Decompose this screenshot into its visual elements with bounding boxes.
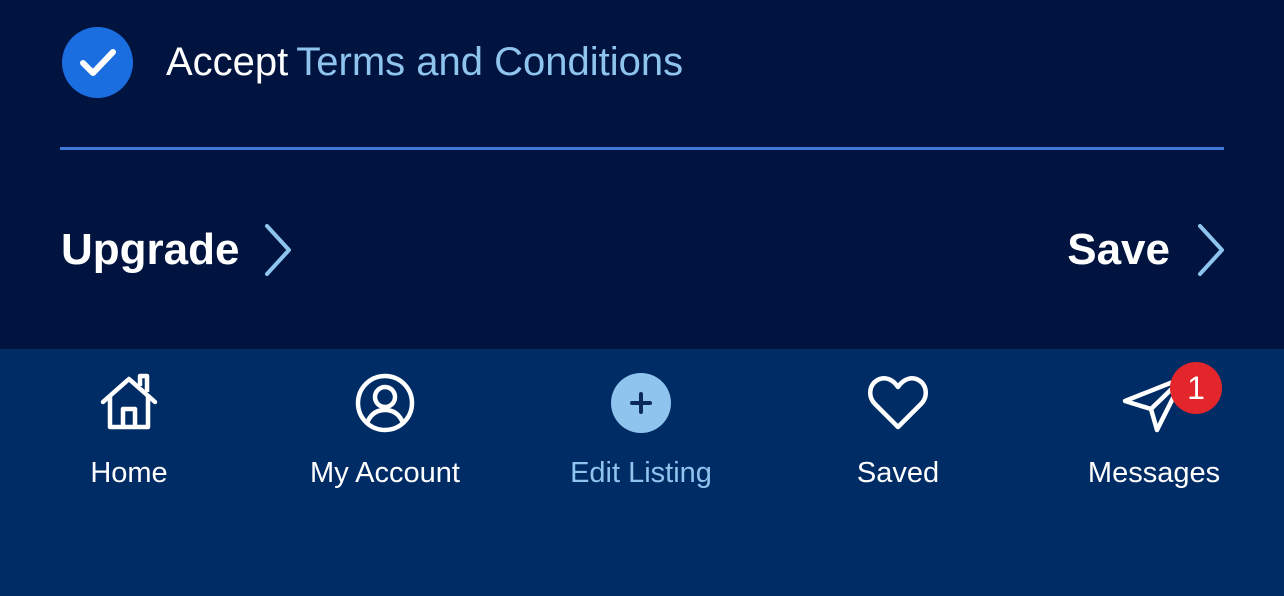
checkmark-icon: [79, 49, 116, 76]
terms-checkbox[interactable]: [62, 26, 133, 98]
tab-messages-label: Messages: [1087, 457, 1221, 489]
terms-and-conditions-link[interactable]: Terms and Conditions: [296, 40, 683, 84]
accept-label: Accept: [166, 40, 289, 84]
terms-row: Accept Terms and Conditions: [62, 26, 683, 98]
tab-messages[interactable]: 1 Messages: [1044, 349, 1264, 509]
tab-saved-label: Saved: [856, 457, 940, 489]
terms-text: Accept Terms and Conditions: [166, 26, 683, 98]
plus-circle-icon: [609, 371, 673, 435]
tab-edit-listing-label: Edit Listing: [570, 457, 712, 489]
tab-my-account-label: My Account: [310, 457, 460, 489]
divider: [60, 147, 1224, 150]
upgrade-button[interactable]: Upgrade: [61, 216, 293, 284]
tab-edit-listing[interactable]: Edit Listing: [531, 349, 751, 509]
home-icon: [100, 373, 158, 430]
form-footer: Accept Terms and Conditions Upgrade Save: [0, 0, 1284, 349]
chevron-right-icon: [265, 224, 292, 276]
save-label: Save: [1067, 225, 1170, 274]
tab-home-label: Home: [90, 457, 168, 489]
messages-badge: 1: [1170, 362, 1222, 414]
upgrade-label: Upgrade: [61, 225, 240, 274]
heart-icon: [868, 376, 928, 430]
bottom-tab-bar: Home My Account Edit Listing Saved 1 Mes…: [0, 349, 1284, 596]
tab-saved[interactable]: Saved: [788, 349, 1008, 509]
save-button[interactable]: Save: [1067, 216, 1226, 284]
chevron-right-icon: [1198, 224, 1224, 276]
tab-home[interactable]: Home: [19, 349, 239, 509]
plus-icon: [630, 392, 652, 414]
tab-my-account[interactable]: My Account: [275, 349, 495, 509]
account-icon: [355, 373, 415, 433]
